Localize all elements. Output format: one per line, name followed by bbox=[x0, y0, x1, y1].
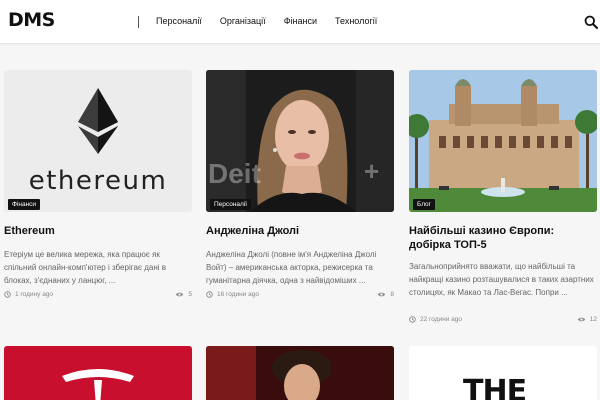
article-card[interactable]: ethereum Фінанси Ethereum Етеріум це вел… bbox=[4, 70, 192, 310]
nav-item-technologies[interactable]: Технології bbox=[335, 16, 377, 26]
person-photo bbox=[206, 346, 394, 400]
category-badge[interactable]: Фінанси bbox=[8, 199, 41, 210]
article-excerpt: Загальноприйнято вважати, що найбільші т… bbox=[409, 262, 594, 297]
clock-icon bbox=[4, 291, 11, 298]
time-text: 16 години ago bbox=[217, 291, 260, 298]
background-sign-text: Deit bbox=[208, 158, 261, 189]
portrait-photo bbox=[206, 70, 394, 212]
article-time: 1 годину ago bbox=[4, 291, 53, 298]
article-excerpt: Анджеліна Джолі (повне ім'я Анджеліна Дж… bbox=[206, 250, 377, 285]
eye-icon bbox=[176, 292, 184, 297]
article-time: 22 години ago bbox=[409, 316, 462, 323]
views-count: 5 bbox=[188, 291, 192, 298]
article-thumbnail[interactable] bbox=[206, 346, 394, 400]
article-title[interactable]: Ethereum bbox=[4, 224, 192, 238]
views-count: 12 bbox=[589, 316, 597, 323]
article-views: 5 bbox=[175, 291, 192, 298]
the-wordmark: THE bbox=[463, 374, 527, 400]
article-thumbnail[interactable] bbox=[4, 346, 192, 400]
search-icon[interactable] bbox=[584, 15, 598, 29]
article-thumbnail[interactable]: Deit + bbox=[206, 70, 394, 212]
site-header: DMS Персоналії Організації Фінанси Техно… bbox=[0, 0, 600, 44]
main-nav: Персоналії Організації Фінанси Технологі… bbox=[156, 16, 395, 26]
clock-icon bbox=[206, 291, 213, 298]
casino-building-photo bbox=[409, 70, 597, 212]
eye-icon bbox=[378, 292, 386, 297]
nav-item-organizations[interactable]: Організації bbox=[220, 16, 266, 26]
clock-icon bbox=[409, 316, 416, 323]
article-title[interactable]: Анджеліна Джолі bbox=[206, 224, 394, 238]
eye-icon bbox=[577, 317, 586, 322]
background-plus-icon: + bbox=[364, 156, 380, 186]
time-text: 22 години ago bbox=[420, 316, 463, 323]
article-thumbnail[interactable]: THE bbox=[409, 346, 597, 400]
article-views: 12 bbox=[577, 316, 597, 323]
tesla-logo-icon bbox=[62, 369, 134, 400]
article-thumbnail[interactable] bbox=[409, 70, 597, 212]
category-badge[interactable]: Блог bbox=[413, 199, 436, 210]
nav-divider bbox=[138, 16, 139, 28]
article-card[interactable]: Deit + Персоналії Анджеліна Джолі Анджел… bbox=[206, 70, 394, 310]
nav-item-finance[interactable]: Фінанси bbox=[284, 16, 317, 26]
article-thumbnail[interactable]: ethereum bbox=[4, 70, 192, 212]
article-title[interactable]: Найбільші казино Європи: добірка ТОП-5 bbox=[409, 224, 597, 252]
article-card[interactable]: Блог Найбільші казино Європи: добірка ТО… bbox=[409, 70, 597, 330]
article-time: 16 години ago bbox=[206, 291, 259, 298]
site-logo[interactable]: DMS bbox=[8, 9, 55, 31]
nav-item-personalities[interactable]: Персоналії bbox=[156, 16, 202, 26]
views-count: 8 bbox=[390, 291, 394, 298]
time-text: 1 годину ago bbox=[15, 291, 54, 298]
ethereum-wordmark: ethereum bbox=[28, 166, 168, 196]
article-excerpt: Етеріум це велика мережа, яка працює як … bbox=[4, 250, 167, 285]
category-badge[interactable]: Персоналії bbox=[210, 199, 252, 210]
article-views: 8 bbox=[377, 291, 394, 298]
